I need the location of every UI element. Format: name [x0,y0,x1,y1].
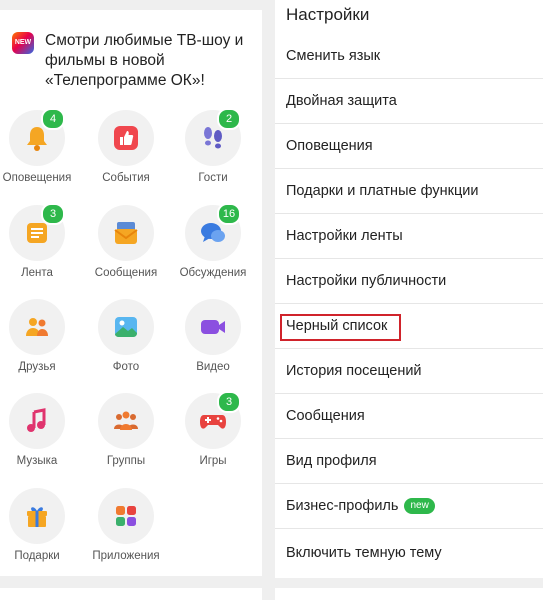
settings-item-messages[interactable]: Сообщения [275,394,543,439]
notifications-count-badge: 4 [41,108,65,130]
settings-item-dark-theme[interactable]: Включить темную тему [275,531,543,576]
right-next-card-edge [275,588,543,600]
settings-item-label: Оповещения [286,138,373,154]
settings-item-gifts-paid[interactable]: Подарки и платные функции [275,169,543,214]
tile-guests[interactable]: 2 Гости [169,108,257,184]
photo-icon [115,317,137,337]
gift-icon [27,507,47,527]
tile-messages[interactable]: Сообщения [82,205,170,279]
new-logo-icon: NEW [12,32,34,54]
settings-item-business-profile[interactable]: Бизнес-профиль new [275,484,543,529]
settings-item-label: История посещений [286,363,422,379]
settings-panel: Настройки Сменить язык Двойная защита Оп… [275,0,543,578]
tile-feed[interactable]: 3 Лента [0,203,81,279]
tile-label: Друзья [18,361,56,373]
tile-label: Фото [112,361,140,373]
tile-label: Гости [198,172,228,184]
settings-title: Настройки [286,5,370,24]
tile-notifications[interactable]: 4 Оповещения [0,108,81,184]
tile-events[interactable]: События [82,110,170,184]
tile-music[interactable]: Музыка [0,393,81,467]
settings-item-feed[interactable]: Настройки ленты [275,214,543,259]
tile-gifts[interactable]: Подарки [0,488,81,562]
settings-item-label: Подарки и платные функции [286,183,479,199]
settings-item-label: Двойная защита [286,93,397,109]
settings-item-privacy[interactable]: Настройки публичности [275,259,543,304]
tile-label: Видео [196,361,230,373]
settings-item-visit-history[interactable]: История посещений [275,349,543,394]
apps-grid-icon [116,506,136,526]
settings-item-two-factor[interactable]: Двойная защита [275,79,543,124]
settings-item-blacklist[interactable]: Черный список [275,304,543,349]
tile-video[interactable]: Видео [169,299,257,373]
settings-item-label: Включить темную тему [286,545,442,561]
new-badge: new [404,498,435,514]
settings-item-profile-view[interactable]: Вид профиля [275,439,543,484]
tile-label: Подарки [14,550,60,562]
tile-label: Сообщения [94,267,158,279]
tile-photo[interactable]: Фото [82,299,170,373]
friends-icon [26,318,48,336]
promo-banner[interactable]: NEW Смотри любимые ТВ-шоу и фильмы в нов… [12,31,252,91]
settings-item-change-language[interactable]: Сменить язык [275,34,543,79]
thumbs-up-icon [114,126,138,150]
settings-item-label: Сообщения [286,408,365,424]
feed-count-badge: 3 [41,203,65,225]
settings-item-notifications[interactable]: Оповещения [275,124,543,169]
envelope-icon [114,222,138,244]
settings-item-label: Бизнес-профиль [286,498,399,514]
settings-item-label: Настройки публичности [286,273,447,289]
settings-item-label: Вид профиля [286,453,377,469]
tile-label: Группы [106,455,146,467]
settings-item-label: Сменить язык [286,48,381,64]
video-camera-icon [201,320,225,334]
groups-icon [114,411,138,430]
tile-label: События [102,172,150,184]
tile-label: Обсуждения [179,267,247,279]
tile-label: Лента [21,267,53,279]
music-note-icon [27,408,46,432]
settings-item-label: Черный список [286,318,388,334]
discussions-count-badge: 16 [217,203,241,225]
left-menu-panel: NEW Смотри любимые ТВ-шоу и фильмы в нов… [0,10,262,576]
tile-label: Оповещения [2,172,72,184]
games-count-badge: 3 [217,391,241,413]
tile-apps[interactable]: Приложения [82,488,170,562]
left-next-card-edge [0,588,262,600]
tile-label: Приложения [92,550,160,562]
guests-count-badge: 2 [217,108,241,130]
settings-item-label: Настройки ленты [286,228,403,244]
tile-discussions[interactable]: 16 Обсуждения [169,203,257,279]
tile-label: Музыка [16,455,58,467]
tile-label: Игры [199,455,227,467]
tile-groups[interactable]: Группы [82,393,170,467]
promo-text: Смотри любимые ТВ-шоу и фильмы в новой «… [45,32,244,89]
tile-games[interactable]: 3 Игры [169,391,257,467]
tile-friends[interactable]: Друзья [0,299,81,373]
